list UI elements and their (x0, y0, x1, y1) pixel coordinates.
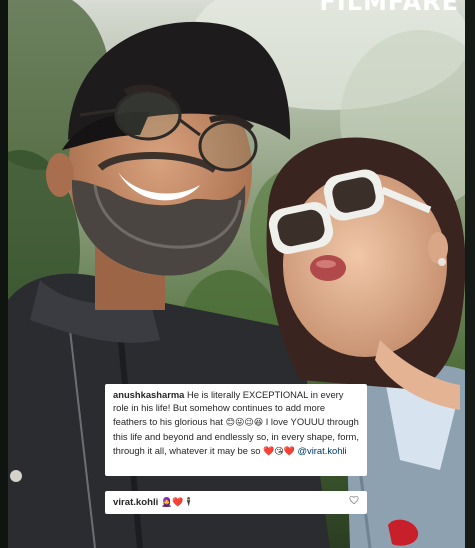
heart-outline-icon[interactable] (349, 495, 359, 505)
instagram-reply-card: virat.kohli 🧕❤️🕴 (105, 491, 367, 514)
instagram-screenshot-frame: FILMFARE anushkasharma He is literally E… (0, 0, 475, 548)
right-edge-shadow (465, 0, 475, 548)
left-edge-shadow (0, 0, 8, 548)
instagram-comment-card: anushkasharma He is literally EXCEPTIONA… (105, 384, 367, 476)
reply-emojis: 🧕❤️🕴 (161, 498, 195, 508)
reply-username[interactable]: virat.kohli (113, 497, 158, 508)
comment-emojis-1: 😊😜😉😆 (225, 417, 264, 428)
comment-emojis-2: ❤️😘❤️ (263, 446, 295, 457)
comment-mention-link[interactable]: @virat.kohli (297, 445, 346, 456)
filmfare-watermark: FILMFARE (319, 0, 459, 16)
comment-username[interactable]: anushkasharma (113, 389, 184, 400)
